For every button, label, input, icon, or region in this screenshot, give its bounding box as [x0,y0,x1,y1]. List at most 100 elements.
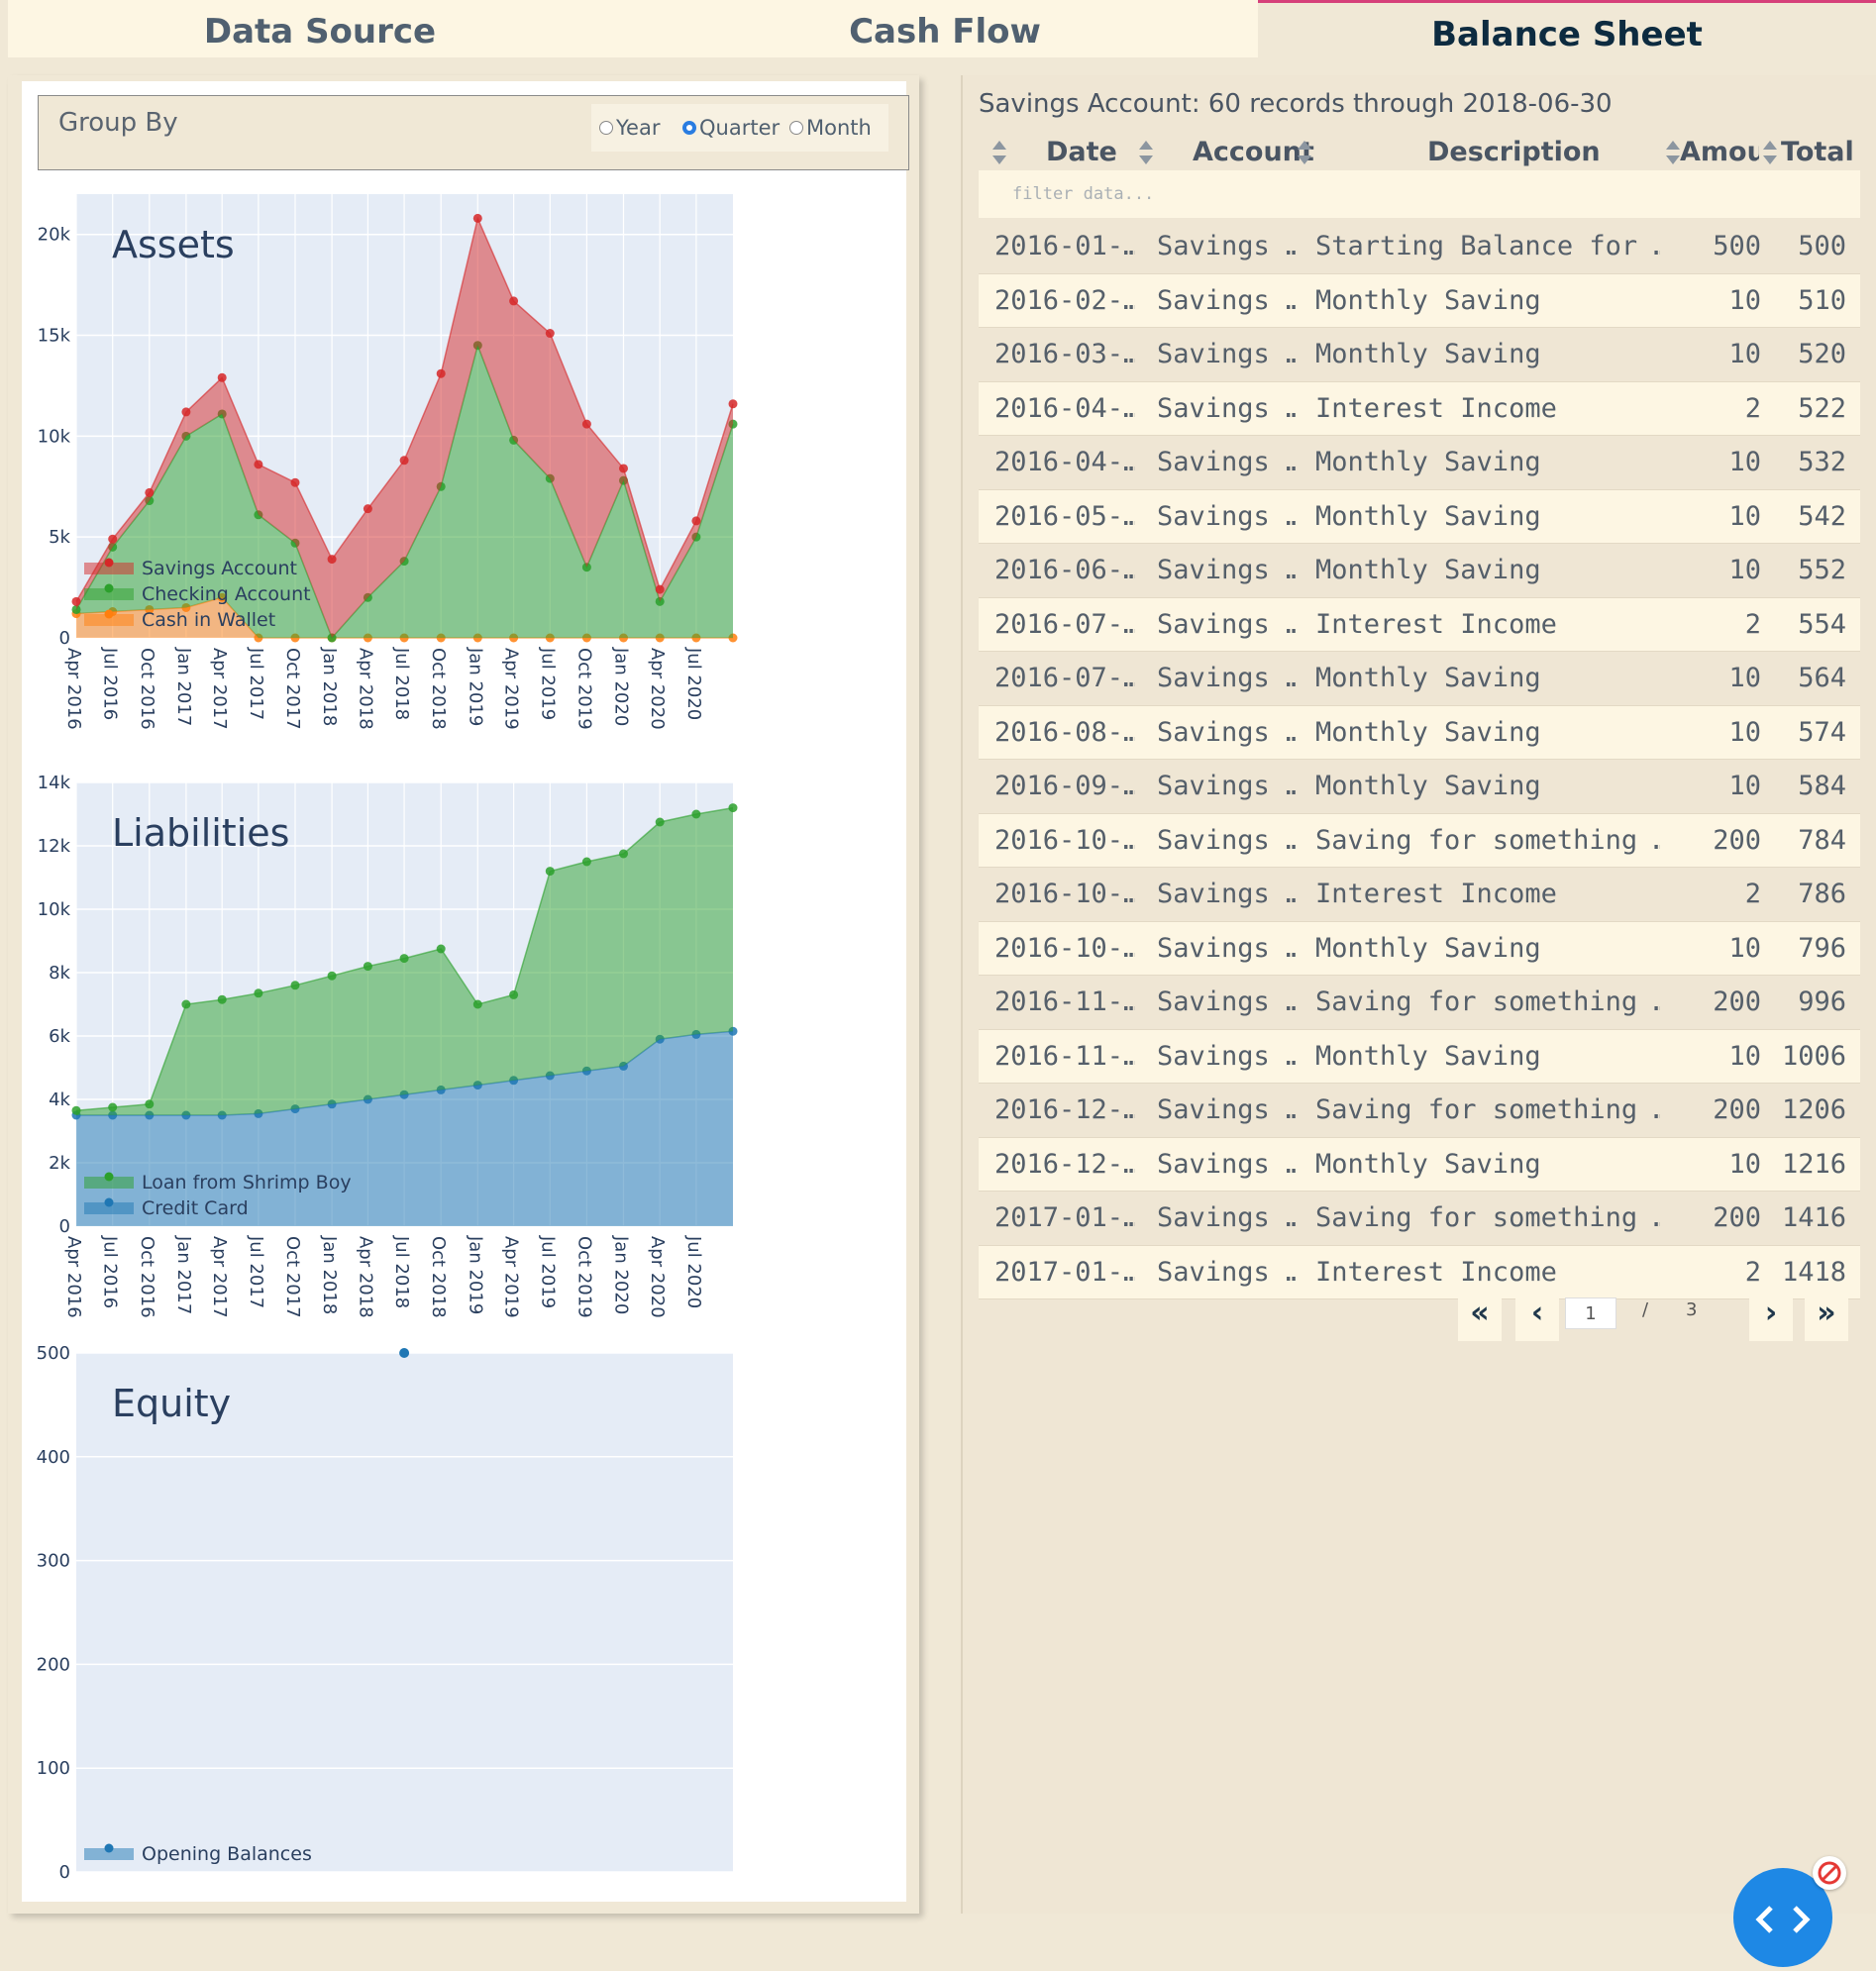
table-row[interactable]: 2016-11-… Savings … Monthly Saving 10 1006 [979,1029,1860,1084]
sort-date-icon[interactable] [992,141,1006,164]
cell-amount: 10 [1728,663,1761,693]
cell-description: Interest Income [1315,392,1557,424]
cell-amount: 2 [1744,879,1761,909]
radio-year-indicator[interactable] [599,121,613,135]
cell-description: Interest Income [1315,608,1557,640]
cell-description: Monthly Saving [1315,1040,1541,1072]
cell-total: 574 [1798,716,1846,748]
page-number-input[interactable]: 1 [1565,1297,1616,1329]
last-page-button[interactable]: » [1805,1286,1848,1341]
cell-amount: 2 [1744,392,1761,424]
tab-data-source[interactable]: Data Source [8,0,632,57]
cell-description: Saving for something … [1315,824,1660,856]
radio-year-label: Year [616,116,661,140]
y-tick-label: 4k [49,1089,70,1110]
previous-page-button[interactable]: ‹ [1515,1286,1559,1341]
x-tick-label: Jul 2018 [391,1235,412,1308]
radio-month-indicator[interactable] [789,121,803,135]
table-row[interactable]: 2016-07-… Savings … Monthly Saving 10 564 [979,652,1860,706]
disable-debug-button[interactable] [1813,1856,1846,1890]
table-row[interactable]: 2016-10-… Savings … Interest Income 2 786 [979,868,1860,922]
data-point [217,372,227,382]
cell-account: Savings … [1157,1202,1296,1233]
cell-total: 1206 [1781,1094,1846,1125]
radio-year[interactable]: Year [599,116,660,140]
chart-title: Equity [112,1382,231,1425]
data-point [545,867,555,877]
table-row[interactable]: 2016-12-… Savings … Saving for something …… [979,1084,1860,1138]
legend-marker [104,609,114,619]
cell-date: 2016-11-… [994,986,1135,1017]
equity-chart[interactable]: 0 100 200 300 400 500 Equity Opening Balances [22,1335,906,1894]
table-panel: Savings Account: 60 records through 2018… [961,75,1876,1914]
cell-amount: 2 [1744,608,1761,640]
cell-total: 532 [1798,447,1846,477]
data-point [181,407,191,417]
table-row[interactable]: 2016-06-… Savings … Monthly Saving 10 552 [979,544,1860,598]
radio-quarter-label: Quarter [699,116,781,140]
sort-amount-icon[interactable] [1666,141,1680,164]
table-row[interactable]: 2017-01-… Savings … Saving for something …… [979,1192,1860,1246]
cell-account: Savings … [1157,986,1296,1017]
table-row[interactable]: 2016-05-… Savings … Monthly Saving 10 542 [979,489,1860,544]
assets-chart[interactable]: 0 5k 10k 15k 20k Apr 2016 Jul 2016 Oct 2016 Jan … [22,176,906,735]
data-point [363,962,372,972]
x-tick-label: Jan 2018 [319,1235,340,1314]
cell-total: 500 [1798,231,1846,261]
next-page-button[interactable]: › [1749,1286,1793,1341]
table-row[interactable]: 2016-02-… Savings … Monthly Saving 10 510 [979,273,1860,328]
table-row[interactable]: 2016-04-… Savings … Monthly Saving 10 532 [979,436,1860,490]
tab-balance-sheet[interactable]: Balance Sheet [1258,0,1876,57]
cell-amount: 200 [1713,986,1761,1017]
radio-quarter-indicator[interactable] [682,121,696,135]
table-row[interactable]: 2016-12-… Savings … Monthly Saving 10 1216 [979,1137,1860,1192]
sort-total-icon[interactable] [1763,141,1777,164]
table-row[interactable]: 2016-04-… Savings … Interest Income 2 522 [979,381,1860,436]
x-tick-label: Oct 2017 [282,648,303,730]
tab-cash-flow[interactable]: Cash Flow [632,0,1258,57]
first-page-button[interactable]: « [1458,1286,1502,1341]
x-tick-label: Apr 2017 [209,648,230,730]
filter-input[interactable]: filter data... [979,170,1860,218]
data-point [108,534,118,544]
data-point [728,399,738,409]
liabilities-chart[interactable]: 0 2k 4k 6k 8k 10k 12k 14k Apr 2016 Jul 2016 Oct 20… [22,765,906,1323]
group-by-radio-group: Year Quarter Month [591,104,888,152]
cell-date: 2016-05-… [994,500,1135,532]
sort-account-icon[interactable] [1139,141,1153,164]
table-row[interactable]: 2016-01-… Savings … Starting Balance for …… [979,220,1860,274]
y-tick-label: 200 [37,1654,70,1675]
data-point [254,988,263,998]
data-point [399,954,409,964]
page-count: 3 [1686,1299,1698,1320]
y-tick-label: 10k [38,899,71,920]
cell-total: 522 [1798,392,1846,424]
y-tick-label: 0 [59,628,70,649]
table-row[interactable]: 2016-08-… Savings … Monthly Saving 10 574 [979,705,1860,760]
table-row[interactable]: 2016-03-… Savings … Monthly Saving 10 520 [979,328,1860,382]
table-row[interactable]: 2016-10-… Savings … Saving for something …… [979,813,1860,868]
radio-month[interactable]: Month [789,116,872,140]
y-tick-label: 8k [49,963,70,984]
table-row[interactable]: 2016-09-… Savings … Monthly Saving 10 584 [979,760,1860,814]
x-tick-label: Apr 2016 [63,1236,84,1318]
cell-account: Savings … [1157,339,1296,369]
table-row[interactable]: 2016-07-… Savings … Interest Income 2 554 [979,597,1860,652]
sort-description-icon[interactable] [1298,141,1311,164]
cell-amount: 200 [1713,1094,1761,1125]
cell-description: Monthly Saving [1315,771,1541,801]
table-row[interactable]: 2016-11-… Savings … Saving for something …… [979,976,1860,1030]
y-tick-label: 15k [38,326,71,347]
y-tick-label: 400 [37,1447,70,1468]
cell-description: Saving for something … [1315,1202,1660,1233]
radio-quarter[interactable]: Quarter [682,116,780,140]
table-row[interactable]: 2016-10-… Savings … Monthly Saving 10 796 [979,921,1860,976]
legend-label: Checking Account [142,583,311,605]
cell-description: Monthly Saving [1315,447,1541,477]
cell-date: 2016-01-… [994,231,1135,261]
legend-marker [104,558,114,568]
cell-amount: 10 [1728,284,1761,316]
x-tick-label: Apr 2020 [647,1236,668,1318]
data-point [290,477,300,487]
x-tick-label: Oct 2016 [137,648,157,730]
